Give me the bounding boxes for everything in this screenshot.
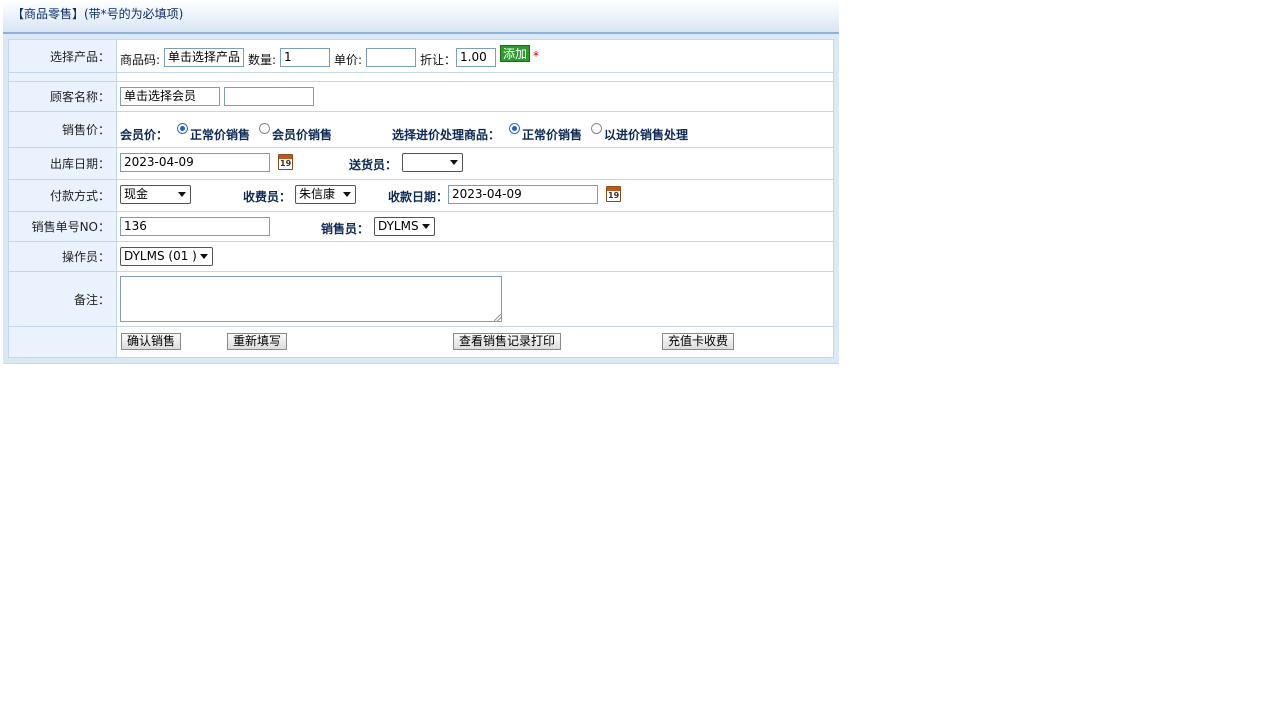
customer-label: 顾客名称：	[9, 82, 117, 111]
page-title: 【商品零售】(带*号的为必填项)	[12, 7, 184, 21]
reset-button[interactable]: 重新填写	[227, 333, 288, 350]
retail-form: 选择产品： 商品码: 单击选择产品 数量: 1 单价: 折让： 1.00 添加 …	[8, 39, 834, 358]
discount-input[interactable]: 1.00	[456, 48, 496, 67]
remark-textarea[interactable]	[120, 276, 502, 322]
sale-price-row: 销售价： 会员价： 正常价销售 会员价销售 选择进价处理商品： 正常价销售 以进…	[9, 112, 833, 148]
operator-select[interactable]: DYLMS (01 )	[120, 247, 213, 266]
required-mark: *	[533, 49, 539, 63]
out-date-label: 出库日期：	[9, 148, 117, 179]
radio-normal-price-2[interactable]	[509, 123, 520, 134]
chevron-down-icon	[200, 254, 208, 259]
delivery-select[interactable]	[402, 153, 463, 172]
remark-row: 备注：	[9, 272, 833, 327]
product-row: 选择产品： 商品码: 单击选择产品 数量: 1 单价: 折让： 1.00 添加 …	[9, 40, 833, 73]
quantity-input[interactable]: 1	[280, 48, 330, 67]
radio-member-price[interactable]	[259, 123, 270, 134]
payment-method-select[interactable]: 现金	[120, 185, 191, 204]
panel-header: 【商品零售】(带*号的为必填项)	[3, 0, 839, 34]
spacer-row	[9, 73, 833, 82]
cashier-select[interactable]: 朱信康	[295, 185, 356, 204]
pay-date-input[interactable]: 2023-04-09	[448, 185, 598, 204]
product-label: 选择产品：	[9, 40, 117, 72]
print-records-button[interactable]: 查看销售记录打印	[453, 333, 562, 350]
payment-row: 付款方式： 现金 收费员： 朱信康 收款日期： 2023-04-09 19	[9, 180, 833, 212]
chevron-down-icon	[343, 192, 351, 197]
add-button[interactable]: 添加	[500, 45, 531, 62]
order-no-row: 销售单号NO： 136 销售员： DYLMS	[9, 212, 833, 242]
customer-name-input[interactable]: 单击选择会员	[120, 87, 220, 106]
out-date-input[interactable]: 2023-04-09	[120, 153, 270, 172]
recharge-card-button[interactable]: 充值卡收费	[662, 333, 735, 350]
unit-price-input[interactable]	[366, 48, 416, 67]
confirm-sale-button[interactable]: 确认销售	[121, 333, 182, 350]
calendar-icon[interactable]: 19	[606, 186, 621, 202]
seller-label: 销售员：	[321, 222, 370, 236]
customer-row: 顾客名称： 单击选择会员	[9, 82, 833, 112]
payment-label: 付款方式：	[9, 180, 117, 211]
cost-select-label: 选择进价处理商品：	[392, 128, 501, 142]
remark-label: 备注：	[9, 272, 117, 326]
radio-normal-price[interactable]	[177, 123, 188, 134]
option-normal2-label: 正常价销售	[522, 128, 583, 142]
cashier-label: 收费员：	[243, 190, 292, 204]
seller-select[interactable]: DYLMS	[374, 217, 435, 236]
sale-price-label: 销售价：	[9, 112, 117, 147]
qty-label: 数量:	[248, 53, 277, 67]
calendar-icon[interactable]: 19	[278, 154, 293, 170]
customer-extra-input[interactable]	[224, 87, 314, 106]
pay-date-label: 收款日期：	[388, 190, 449, 204]
chevron-down-icon	[450, 160, 458, 165]
operator-row: 操作员： DYLMS (01 )	[9, 242, 833, 272]
chevron-down-icon	[178, 192, 186, 197]
option-cost-label: 以进价销售处理	[604, 128, 689, 142]
operator-label: 操作员：	[9, 242, 117, 271]
delivery-label: 送货员：	[349, 158, 398, 172]
option-member-label: 会员价销售	[272, 128, 333, 142]
price-label: 单价:	[334, 53, 363, 67]
order-no-input[interactable]: 136	[120, 217, 270, 236]
retail-panel: 【商品零售】(带*号的为必填项) 选择产品： 商品码: 单击选择产品 数量: 1…	[3, 0, 839, 364]
order-no-label: 销售单号NO：	[9, 212, 117, 241]
radio-cost-price[interactable]	[591, 123, 602, 134]
discount-label: 折让：	[420, 53, 457, 67]
code-label: 商品码:	[120, 53, 161, 67]
chevron-down-icon	[422, 224, 430, 229]
resize-grip-icon[interactable]	[494, 314, 501, 321]
product-code-input[interactable]: 单击选择产品	[164, 48, 244, 67]
option-normal-label: 正常价销售	[190, 128, 251, 142]
out-date-row: 出库日期： 2023-04-09 19 送货员：	[9, 148, 833, 180]
member-price-label: 会员价：	[120, 128, 169, 142]
action-row: 确认销售 重新填写 查看销售记录打印 充值卡收费	[9, 327, 833, 357]
